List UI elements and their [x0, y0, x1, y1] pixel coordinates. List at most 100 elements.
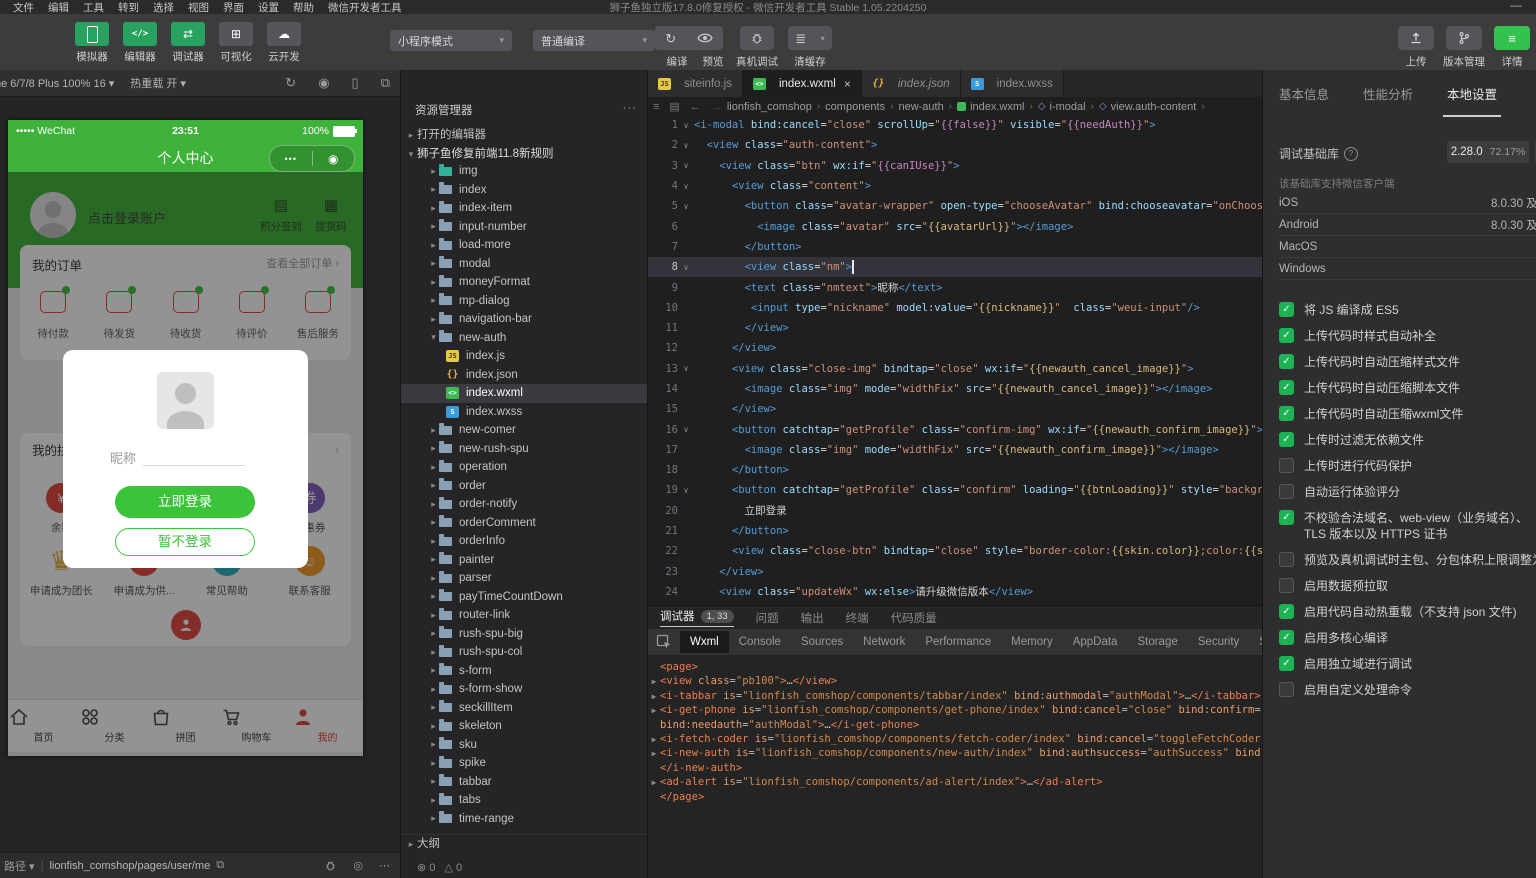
- debug-tab-调试器[interactable]: 调试器1, 33: [660, 608, 734, 627]
- breadcrumb-lionfish_comshop[interactable]: lionfish_comshop: [727, 101, 812, 113]
- tree-item-index.wxss[interactable]: Sindex.wxss: [401, 403, 647, 422]
- wxml-inspector[interactable]: <page>▶<view class="pb100">…</view>▶<i-t…: [648, 655, 1262, 878]
- more-icon[interactable]: ⋯: [379, 859, 390, 872]
- detail-button[interactable]: ≡: [1494, 26, 1530, 50]
- help-icon[interactable]: ?: [1344, 147, 1358, 161]
- checkbox[interactable]: ✓: [1279, 510, 1294, 525]
- capsule-button[interactable]: ••• ◉: [269, 145, 355, 172]
- copy-icon[interactable]: ⧉: [216, 859, 224, 872]
- tree-item-index.js[interactable]: JSindex.js: [401, 347, 647, 366]
- editor-tab-index.wxss[interactable]: Sindex.wxss: [961, 70, 1064, 97]
- upload-button[interactable]: [1398, 26, 1434, 50]
- tree-item-moneyFormat[interactable]: ▸moneyFormat: [401, 273, 647, 292]
- compile-refresh-icon[interactable]: ↻: [665, 32, 676, 45]
- checkbox[interactable]: [1279, 458, 1294, 473]
- tree-item-s-form-show[interactable]: ▸s-form-show: [401, 680, 647, 699]
- eye-icon[interactable]: ◎: [353, 859, 363, 872]
- tree-item-parser[interactable]: ▸parser: [401, 569, 647, 588]
- menu-item-设置[interactable]: 设置: [251, 0, 286, 15]
- checkbox[interactable]: [1279, 484, 1294, 499]
- setting-option-5[interactable]: ✓上传时过滤无依赖文件: [1279, 432, 1531, 448]
- debug-tab-代码质量[interactable]: 代码质量: [891, 610, 937, 626]
- breadcrumb-view.auth-content[interactable]: ◇view.auth-content: [1099, 101, 1196, 113]
- skip-login-button[interactable]: 暂不登录: [115, 528, 255, 556]
- wxml-node-5[interactable]: ▶<i-fetch-coder is="lionfish_comshop/com…: [648, 733, 1262, 747]
- hot-reload-toggle[interactable]: 热重载 开 ▾: [130, 75, 186, 91]
- back-arrow-icon[interactable]: ←: [690, 101, 701, 113]
- checkbox[interactable]: ✓: [1279, 432, 1294, 447]
- tree-item-new-comer[interactable]: ▸new-comer: [401, 421, 647, 440]
- tree-item-seckillItem[interactable]: ▸seckillItem: [401, 699, 647, 718]
- checkbox[interactable]: ✓: [1279, 302, 1294, 317]
- settings-tab-性能分析[interactable]: 性能分析: [1363, 84, 1413, 117]
- record-icon[interactable]: ◉: [318, 75, 329, 91]
- detach-window-icon[interactable]: ⧉: [381, 75, 390, 91]
- setting-option-3[interactable]: ✓上传代码时自动压缩脚本文件: [1279, 380, 1531, 396]
- tree-item-painter[interactable]: ▸painter: [401, 551, 647, 570]
- mode-dropdown[interactable]: 小程序模式▾: [390, 30, 512, 51]
- tree-item-input-number[interactable]: ▸input-number: [401, 218, 647, 237]
- setting-option-4[interactable]: ✓上传代码时自动压缩wxml文件: [1279, 406, 1531, 422]
- wxml-node-6[interactable]: ▶<i-new-auth is="lionfish_comshop/compon…: [648, 747, 1262, 761]
- devtools-tab-Wxml[interactable]: Wxml: [680, 631, 729, 653]
- tree-item-navigation-bar[interactable]: ▸navigation-bar: [401, 310, 647, 329]
- minimize-button[interactable]: —: [1510, 0, 1522, 12]
- close-target-icon[interactable]: ◉: [313, 152, 355, 166]
- tree-item-tabbar[interactable]: ▸tabbar: [401, 773, 647, 792]
- editor-tab-index.wxml[interactable]: <>index.wxml×: [743, 70, 862, 97]
- setting-option-8[interactable]: ✓不校验合法域名、web-view（业务域名）、TLS 版本以及 HTTPS 证…: [1279, 510, 1531, 542]
- device-frame-icon[interactable]: ▯: [352, 75, 359, 91]
- wxml-node-9[interactable]: </page>: [648, 791, 1262, 805]
- code-editor[interactable]: 1∨<i-modal bind:cancel="close" scrollUp=…: [648, 115, 1262, 602]
- baselib-version-button[interactable]: 2.28.0 72.17%: [1447, 141, 1529, 163]
- wxml-node-7[interactable]: </i-new-auth>: [648, 762, 1262, 776]
- wxml-node-4[interactable]: bind:needauth="authModal">…</i-get-phone…: [648, 719, 1262, 733]
- more-dots-icon[interactable]: •••: [270, 154, 312, 164]
- debug-tab-终端[interactable]: 终端: [846, 610, 869, 626]
- device-selector[interactable]: iPhone 6/7/8 Plus 100% 16 ▾: [0, 77, 114, 90]
- checkbox[interactable]: [1279, 682, 1294, 697]
- devtools-tab-Sensor[interactable]: Sensor: [1249, 631, 1262, 653]
- preview-eye-icon[interactable]: [697, 32, 713, 44]
- wxml-node-3[interactable]: ▶<i-get-phone is="lionfish_comshop/compo…: [648, 704, 1262, 718]
- tree-item-mp-dialog[interactable]: ▸mp-dialog: [401, 292, 647, 311]
- tool-swap[interactable]: ⇄调试器: [164, 22, 212, 64]
- editor-tab-siteinfo.js[interactable]: JSsiteinfo.js: [648, 70, 743, 97]
- forward-arrow-icon[interactable]: →: [711, 101, 722, 113]
- menu-item-选择[interactable]: 选择: [146, 0, 181, 15]
- tree-item-skeleton[interactable]: ▸skeleton: [401, 717, 647, 736]
- checkbox[interactable]: ✓: [1279, 630, 1294, 645]
- menu-item-工具[interactable]: 工具: [76, 0, 111, 15]
- breadcrumb-i-modal[interactable]: ◇i-modal: [1038, 101, 1086, 113]
- tree-item-payTimeCountDown[interactable]: ▸payTimeCountDown: [401, 588, 647, 607]
- version-control-button[interactable]: [1446, 26, 1482, 50]
- setting-option-0[interactable]: ✓将 JS 编译成 ES5: [1279, 302, 1531, 318]
- setting-option-9[interactable]: 预览及真机调试时主包、分包体积上限调整为4M: [1279, 552, 1531, 568]
- breadcrumb-new-auth[interactable]: new-auth: [898, 101, 943, 113]
- choose-avatar-button[interactable]: [157, 372, 214, 429]
- tree-item-index-item[interactable]: ▸index-item: [401, 199, 647, 218]
- tree-item-router-link[interactable]: ▸router-link: [401, 606, 647, 625]
- path-mode-dropdown[interactable]: 路径 ▾: [4, 858, 35, 874]
- tool-phone[interactable]: 模拟器: [68, 22, 116, 64]
- setting-option-10[interactable]: 启用数据预拉取: [1279, 578, 1531, 594]
- wxml-node-8[interactable]: ▶<ad-alert is="lionfish_comshop/componen…: [648, 776, 1262, 790]
- more-actions-icon[interactable]: ···: [623, 102, 638, 118]
- setting-option-7[interactable]: 自动运行体验评分: [1279, 484, 1531, 500]
- devtools-tab-Performance[interactable]: Performance: [915, 631, 1001, 653]
- setting-option-6[interactable]: 上传时进行代码保护: [1279, 458, 1531, 474]
- tree-item-new-auth[interactable]: ▾new-auth: [401, 329, 647, 348]
- setting-option-2[interactable]: ✓上传代码时自动压缩样式文件: [1279, 354, 1531, 370]
- open-editors-section[interactable]: ▸打开的编辑器: [401, 126, 647, 145]
- menu-item-文件[interactable]: 文件: [6, 0, 41, 15]
- nickname-input[interactable]: [143, 465, 245, 466]
- tree-item-s-form[interactable]: ▸s-form: [401, 662, 647, 681]
- setting-option-14[interactable]: 启用自定义处理命令: [1279, 682, 1531, 698]
- devtools-tab-Network[interactable]: Network: [853, 631, 915, 653]
- checkbox[interactable]: ✓: [1279, 328, 1294, 343]
- close-icon[interactable]: ×: [844, 77, 851, 91]
- bookmark-icon[interactable]: ▤: [669, 100, 679, 113]
- tree-item-index.json[interactable]: {}index.json: [401, 366, 647, 385]
- tree-item-order[interactable]: ▸order: [401, 477, 647, 496]
- settings-tab-基本信息[interactable]: 基本信息: [1279, 84, 1329, 117]
